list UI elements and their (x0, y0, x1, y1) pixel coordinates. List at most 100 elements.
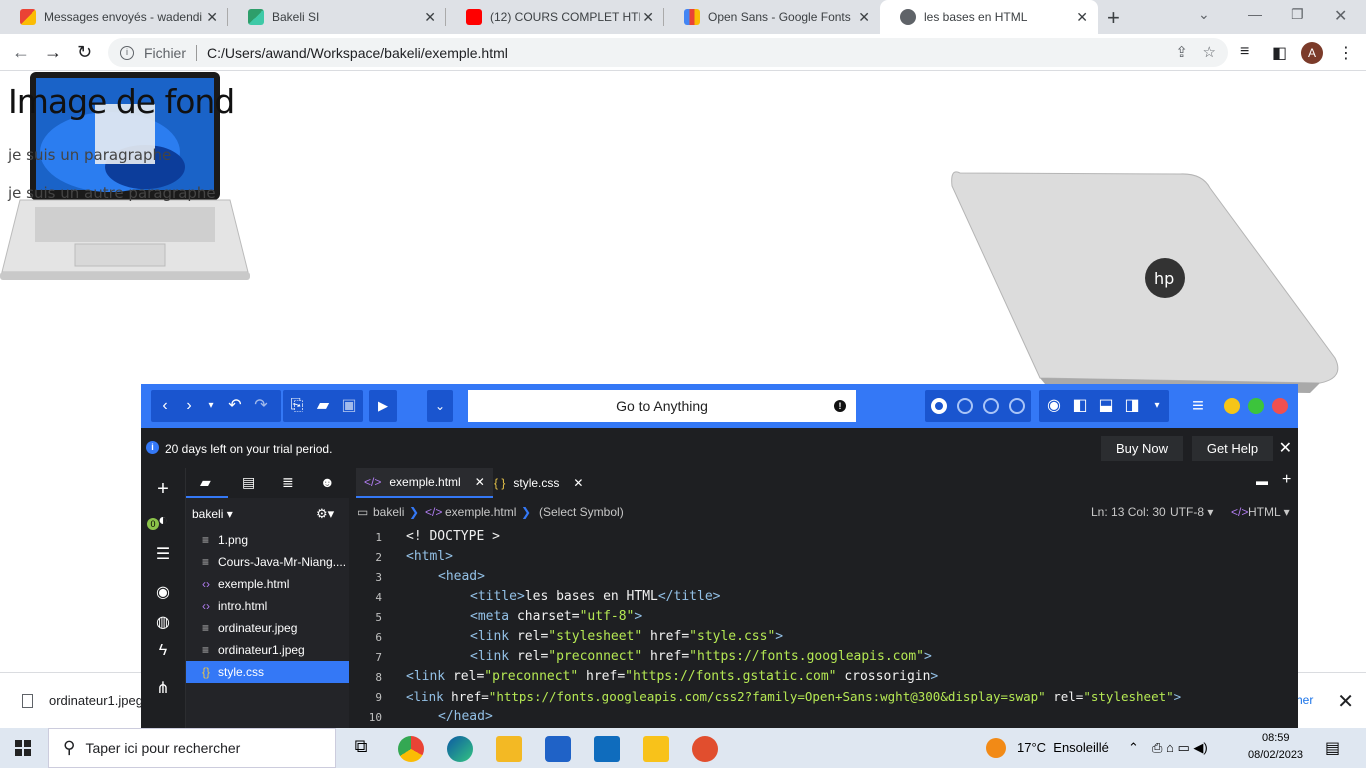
close-tab-icon[interactable]: ✕ (573, 468, 583, 498)
live-preview-icon[interactable]: ▶ (371, 394, 395, 418)
menu-dots-icon[interactable]: ⋮ (1338, 43, 1354, 63)
url-text[interactable]: C:/Users/awand/Workspace/bakeli/exemple.… (207, 45, 508, 61)
breadcrumb-file[interactable]: exemple.html (445, 498, 516, 527)
reading-list-icon[interactable]: ≡ (1240, 43, 1249, 61)
close-banner-icon[interactable]: ✕ (1279, 438, 1292, 458)
users-icon[interactable]: ☻ (320, 474, 335, 490)
file-explorer-icon[interactable] (496, 736, 522, 762)
chrome-icon[interactable] (398, 736, 424, 762)
record-icon[interactable] (931, 398, 947, 414)
gear-icon[interactable]: ⚙▾ (316, 506, 334, 522)
site-info-icon[interactable]: i (120, 45, 134, 60)
database-icon[interactable]: ≣ (282, 474, 294, 491)
tab-bakeli[interactable]: Bakeli SI ✕ (228, 0, 446, 34)
minimize-icon[interactable] (1224, 398, 1240, 414)
tab-search-icon[interactable]: ⌄ (1198, 6, 1210, 23)
app-icon[interactable] (692, 736, 718, 762)
bookmark-star-icon[interactable]: ☆ (1203, 43, 1216, 61)
encoding-selector[interactable]: UTF-8 ▾ (1170, 498, 1213, 527)
notifications-icon[interactable]: ▤ (1325, 738, 1340, 758)
code-editor[interactable]: 1 2 3 4 5 6 7 8 9 10 <! DOCTYPE > <html>… (349, 527, 1298, 729)
tab-google-fonts[interactable]: Open Sans - Google Fonts ✕ (664, 0, 880, 34)
file-icon[interactable]: ▤ (242, 474, 255, 491)
tab-overflow-icon[interactable]: ▬ (1256, 474, 1268, 488)
redo-icon[interactable]: ↷ (249, 394, 273, 418)
tab-gmail[interactable]: Messages envoyés - wadendi ✕ (0, 0, 228, 34)
tree-item[interactable]: ‹› exemple.html (186, 573, 349, 595)
editor-tab-style-css[interactable]: { } style.css ✕ (486, 468, 591, 498)
task-view-icon[interactable]: ⧉ (348, 736, 374, 762)
tree-item[interactable]: ≡ 1.png (186, 529, 349, 551)
tab-close-button[interactable]: ✕ (642, 9, 654, 26)
show-all-link[interactable]: her (1296, 693, 1313, 707)
playlist-icon[interactable] (1009, 398, 1025, 414)
editor-tab-exemple-html[interactable]: </> exemple.html ✕ (356, 468, 493, 498)
tab-close-button[interactable]: ✕ (858, 9, 870, 26)
back-icon[interactable]: ‹ (153, 394, 177, 418)
tree-item-selected[interactable]: {} style.css (186, 661, 349, 683)
tree-item[interactable]: ≡ Cours-Java-Mr-Niang.... (186, 551, 349, 573)
tree-item[interactable]: ≡ ordinateur.jpeg (186, 617, 349, 639)
tab-close-button[interactable]: ✕ (1076, 9, 1088, 26)
language-selector[interactable]: HTML ▾ (1248, 498, 1290, 527)
tray-icons[interactable]: ⎙ ⌂ ▭ ◀) (1152, 740, 1208, 756)
back-icon[interactable]: ← (12, 42, 30, 63)
side-panel-icon[interactable]: ◧ (1272, 43, 1287, 63)
minimize-icon[interactable]: — (1248, 6, 1262, 22)
eye-icon[interactable]: ◉ (153, 582, 173, 602)
save-icon[interactable]: ▣ (337, 394, 361, 418)
project-name[interactable]: bakeli ▾ (192, 507, 233, 521)
undo-icon[interactable]: ↶ (223, 394, 247, 418)
layout-right-icon[interactable]: ◨ (1120, 394, 1144, 418)
reload-icon[interactable]: ↻ (77, 42, 92, 63)
close-icon[interactable] (1272, 398, 1288, 414)
chevron-down-icon[interactable]: ▾ (1145, 394, 1169, 418)
address-bar[interactable]: i Fichier C:/Users/awand/Workspace/bakel… (108, 38, 1228, 67)
globe-icon[interactable]: ◍ (153, 612, 173, 632)
breadcrumb-folder[interactable]: bakeli (373, 498, 404, 527)
app-icon[interactable] (643, 736, 669, 762)
buy-now-button[interactable]: Buy Now (1101, 436, 1183, 461)
open-folder-icon[interactable]: ▰ (311, 394, 335, 418)
restore-icon[interactable]: ❐ (1291, 6, 1304, 23)
forward-icon[interactable]: › (177, 394, 201, 418)
new-file-icon[interactable]: ⎘ (285, 394, 309, 418)
windows-start-icon[interactable] (15, 740, 31, 756)
tab-close-button[interactable]: ✕ (424, 9, 436, 26)
tab-close-button[interactable]: ✕ (206, 9, 218, 26)
store-icon[interactable] (545, 736, 571, 762)
eye-icon[interactable]: ◉ (1042, 394, 1066, 418)
share-icon[interactable]: ⋔ (153, 678, 173, 698)
forward-icon[interactable]: → (44, 42, 62, 63)
avatar[interactable]: A (1301, 42, 1323, 64)
mail-icon[interactable] (594, 736, 620, 762)
layout-left-icon[interactable]: ◧ (1068, 394, 1092, 418)
symbol-selector[interactable]: (Select Symbol) (539, 498, 624, 527)
add-icon[interactable]: + (153, 478, 173, 500)
outline-icon[interactable]: ☰ (153, 544, 173, 564)
share-icon[interactable]: ⇪ (1175, 43, 1188, 61)
maximize-icon[interactable] (1248, 398, 1264, 414)
tab-les-bases[interactable]: les bases en HTML ✕ (880, 0, 1098, 34)
tab-youtube[interactable]: (12) COURS COMPLET HTML ✕ (446, 0, 664, 34)
taskbar-search-box[interactable]: ⚲ Taper ici pour rechercher (48, 728, 336, 768)
close-tab-icon[interactable]: ✕ (475, 467, 485, 497)
add-tab-icon[interactable]: + (1282, 471, 1291, 489)
close-download-bar-icon[interactable]: ✕ (1337, 689, 1354, 714)
clock-time[interactable]: 08:59 (1262, 732, 1290, 744)
clock-date[interactable]: 08/02/2023 (1248, 749, 1303, 761)
chevron-down-icon[interactable]: ▾ (199, 394, 223, 418)
folder-icon[interactable]: ▰ (200, 474, 211, 491)
tree-item[interactable]: ≡ ordinateur1.jpeg (186, 639, 349, 661)
chevron-up-icon[interactable]: ⌃ (1128, 740, 1139, 756)
window-close-icon[interactable]: ✕ (1334, 6, 1347, 26)
get-help-button[interactable]: Get Help (1192, 436, 1273, 461)
new-tab-button[interactable]: + (1107, 5, 1120, 31)
tree-item[interactable]: ‹› intro.html (186, 595, 349, 617)
edge-icon[interactable] (447, 736, 473, 762)
layout-bottom-icon[interactable]: ⬓ (1094, 394, 1118, 418)
weather-text[interactable]: 17°C Ensoleillé (1017, 740, 1109, 755)
download-item[interactable]: ordinateur1.jpeg (22, 693, 143, 708)
chevron-down-icon[interactable]: ⌄ (428, 394, 452, 418)
lightning-icon[interactable]: ϟ (153, 642, 173, 662)
